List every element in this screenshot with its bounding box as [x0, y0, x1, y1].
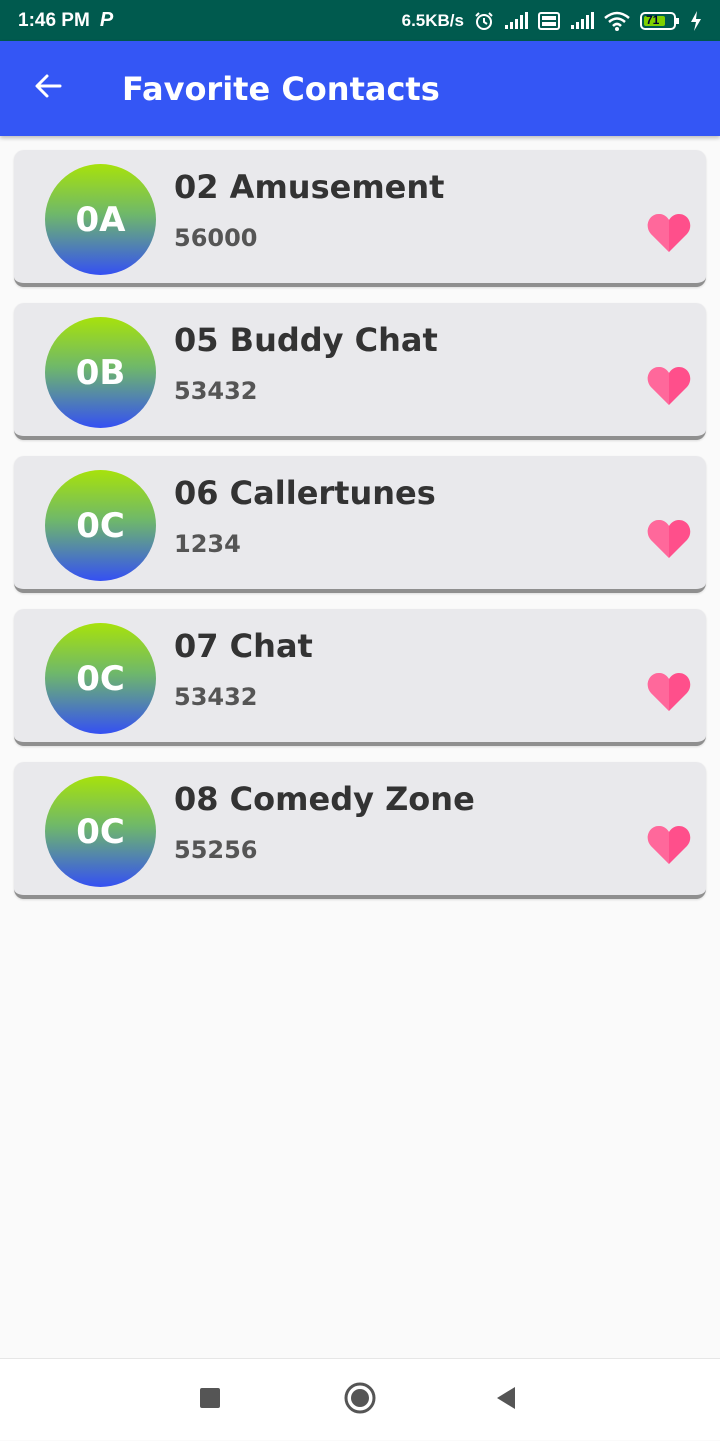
avatar: 0A [45, 164, 156, 275]
system-nav-bar [0, 1358, 720, 1440]
contact-name: 05 Buddy Chat [174, 321, 438, 359]
heart-icon[interactable] [646, 518, 692, 560]
contact-name: 06 Callertunes [174, 474, 436, 512]
heart-icon[interactable] [646, 212, 692, 254]
home-icon [344, 1382, 376, 1419]
heart-icon[interactable] [646, 824, 692, 866]
app-bar: Favorite Contacts [0, 41, 720, 136]
page-title: Favorite Contacts [122, 69, 440, 108]
avatar: 0C [45, 623, 156, 734]
status-time: 1:46 PM [18, 9, 90, 31]
back-icon [495, 1386, 517, 1415]
wifi-icon [604, 11, 630, 31]
status-left: 1:46 PM P [18, 9, 113, 32]
back-nav-button[interactable] [466, 1359, 546, 1441]
signal-icon [504, 11, 528, 30]
contact-name: 02 Amusement [174, 168, 445, 206]
home-button[interactable] [320, 1359, 400, 1441]
p-badge-icon: P [99, 9, 114, 31]
recent-apps-button[interactable] [170, 1359, 250, 1441]
contact-name: 07 Chat [174, 627, 313, 665]
contact-card[interactable]: 0C 07 Chat 53432 [14, 609, 706, 746]
avatar: 0B [45, 317, 156, 428]
heart-icon[interactable] [646, 671, 692, 713]
avatar: 0C [45, 776, 156, 887]
volte-icon [538, 11, 560, 30]
battery-icon: 71 [640, 11, 680, 31]
contact-number: 1234 [174, 530, 241, 558]
contact-number: 53432 [174, 683, 258, 711]
avatar: 0C [45, 470, 156, 581]
status-right: 6.5KB/s 71 [401, 10, 702, 31]
signal-icon [570, 11, 594, 30]
network-speed: 6.5KB/s [401, 10, 464, 30]
status-bar: 1:46 PM P 6.5KB/s 71 [0, 0, 720, 41]
contact-card[interactable]: 0C 06 Callertunes 1234 [14, 456, 706, 593]
contact-number: 53432 [174, 377, 258, 405]
contact-card[interactable]: 0B 05 Buddy Chat 53432 [14, 303, 706, 440]
arrow-left-icon [33, 71, 63, 106]
contact-card[interactable]: 0A 02 Amusement 56000 [14, 150, 706, 287]
recent-apps-icon [199, 1387, 221, 1414]
favorite-contacts-list: 0A 02 Amusement 56000 0B 05 Buddy Chat 5… [14, 150, 706, 915]
heart-icon[interactable] [646, 365, 692, 407]
contact-number: 55256 [174, 836, 258, 864]
battery-level: 71 [646, 12, 660, 27]
charging-icon [690, 10, 702, 31]
contact-number: 56000 [174, 224, 258, 252]
contact-name: 08 Comedy Zone [174, 780, 475, 818]
back-button[interactable] [0, 41, 96, 136]
contact-card[interactable]: 0C 08 Comedy Zone 55256 [14, 762, 706, 899]
alarm-icon [474, 11, 494, 31]
